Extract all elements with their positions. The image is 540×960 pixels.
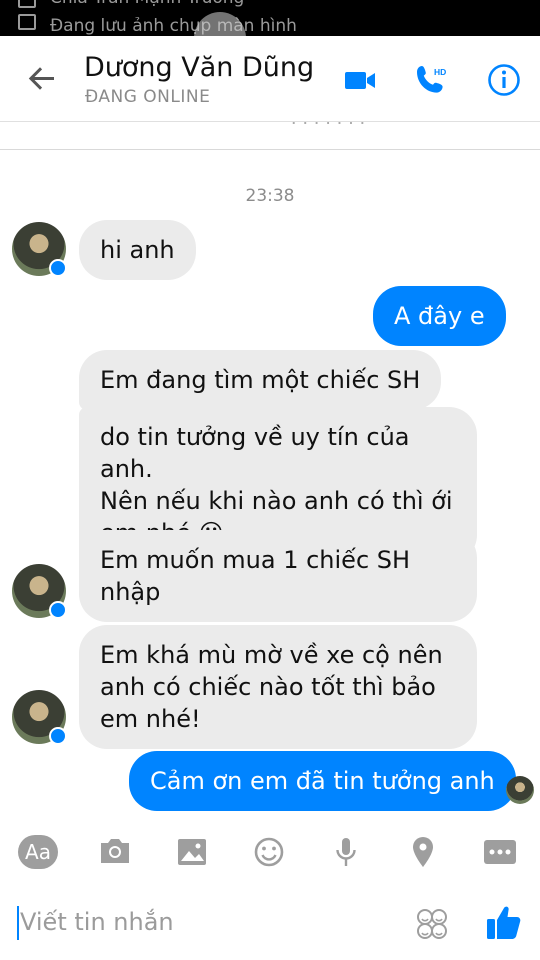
status-notification-text: Chia Trần Mạnh Trường [50,0,244,8]
video-call-icon[interactable] [342,62,378,98]
message-bubble-incoming[interactable]: Em đang tìm một chiếc SH [79,350,442,410]
notification-icon [18,0,36,8]
conversation-header: Dương Văn Dũng ĐANG ONLINE HD [0,36,540,122]
messenger-badge-icon [49,601,67,619]
contact-avatar[interactable] [12,222,67,277]
message-bubble-incoming[interactable]: Em muốn mua 1 chiếc SH nhập [79,530,477,622]
seen-avatar [506,776,534,804]
status-saving-text: Đang lưu ảnh chụp màn hình [50,16,297,36]
contact-name[interactable]: Dương Văn Dũng [84,52,314,83]
message-input[interactable]: Viết tin nhắn [20,908,174,936]
message-text: hi anh [100,236,175,264]
gallery-icon[interactable] [172,834,212,870]
contact-avatar[interactable] [12,564,67,619]
message-text: Em đang tìm một chiếc SH [100,366,421,394]
stickers-icon[interactable] [414,906,450,942]
messenger-badge-icon [49,259,67,277]
microphone-icon[interactable] [326,834,366,870]
message-line: do tin tưởng về uy tín của anh. [100,423,410,483]
info-icon[interactable] [486,62,522,98]
emoji-icon[interactable] [249,834,289,870]
composer-toolbar: Aa [0,820,540,884]
message-line: Nên nếu khi nào anh có thì ới [100,487,453,515]
message-text: A đây e [394,302,485,330]
message-line: anh có chiếc nào tốt thì bảo [100,673,436,701]
screenshot-icon [18,14,36,30]
message-composer: Viết tin nhắn [0,884,540,960]
hd-phone-icon[interactable]: HD [414,62,450,98]
messenger-badge-icon [49,727,67,745]
message-line: Em khá mù mờ về xe cộ nên [100,641,443,669]
text-cursor [17,906,19,940]
back-arrow-icon[interactable] [26,62,58,94]
message-bubble-incoming[interactable]: hi anh [79,220,196,280]
more-icon[interactable] [480,834,520,870]
message-bubble-outgoing[interactable]: A đây e [373,286,506,346]
contact-avatar[interactable] [12,690,67,745]
message-line: Em muốn mua 1 chiếc SH [100,546,411,574]
message-line: em nhé! [100,705,201,733]
previous-message-edge: — — — — . . . . . . . [0,122,540,150]
svg-text:HD: HD [434,67,446,77]
like-icon[interactable] [484,902,522,942]
location-icon[interactable] [403,834,443,870]
message-text: Cảm ơn em đã tin tưởng anh [150,767,495,795]
camera-icon[interactable] [95,834,135,870]
message-bubble-incoming[interactable]: Em khá mù mờ về xe cộ nên anh có chiếc n… [79,625,477,749]
status-bar: Chia Trần Mạnh Trường Đang lưu ảnh chụp … [0,0,540,36]
message-timestamp: 23:38 [245,186,295,206]
online-status: ĐANG ONLINE [85,87,211,107]
message-line: nhập [100,578,161,606]
message-bubble-outgoing[interactable]: Cảm ơn em đã tin tưởng anh [129,751,516,811]
text-style-icon[interactable]: Aa [18,835,58,869]
